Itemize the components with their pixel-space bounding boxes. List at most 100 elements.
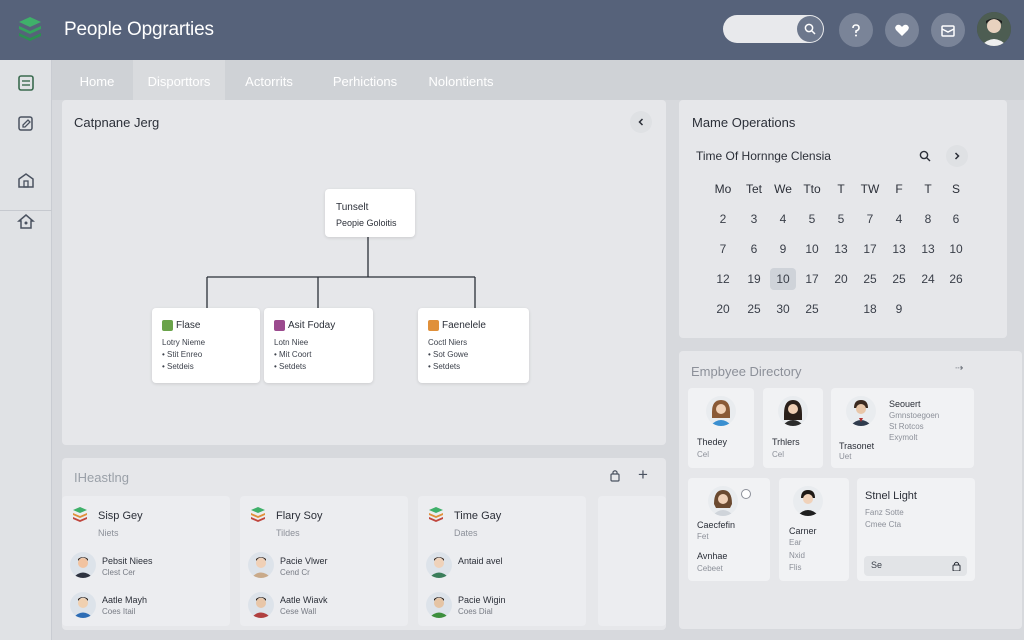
calendar-day[interactable]: 10 <box>799 238 825 260</box>
calendar-day[interactable]: 3 <box>741 208 767 230</box>
avatar <box>846 396 876 426</box>
stack-icon <box>429 507 443 522</box>
spotlight-line: Fanz Sotte <box>865 508 904 517</box>
attendee-name: Antaid avel <box>458 556 503 566</box>
calendar-day[interactable]: 25 <box>886 268 912 290</box>
calendar-day[interactable]: 5 <box>799 208 825 230</box>
calendar-day[interactable]: 20 <box>828 268 854 290</box>
search-icon <box>919 150 931 162</box>
employee-detail: Nxid <box>789 551 806 560</box>
org-child-name: Asit Foday <box>288 320 336 331</box>
calendar-day[interactable]: 30 <box>770 298 796 320</box>
calendar-day[interactable]: 25 <box>799 298 825 320</box>
calendar-day[interactable]: 2 <box>710 208 736 230</box>
spotlight-input[interactable]: Se <box>864 556 967 576</box>
org-child-name: Flase <box>176 320 201 331</box>
calendar-day[interactable]: 17 <box>857 238 883 260</box>
calendar-day[interactable]: 19 <box>741 268 767 290</box>
add-meeting-button[interactable]: + <box>638 466 652 484</box>
meeting-card[interactable]: Time Gay Dates Antaid avel Pacie Wigin Coes … <box>418 496 586 626</box>
calendar-day[interactable]: 4 <box>770 208 796 230</box>
search-button[interactable] <box>797 16 823 42</box>
calendar-day[interactable]: 5 <box>828 208 854 230</box>
tab-directories[interactable]: Disporttors <box>133 60 225 100</box>
calendar-day[interactable]: 25 <box>741 298 767 320</box>
tab-notifications[interactable]: Nolontients <box>416 60 506 100</box>
calendar-day[interactable]: 24 <box>915 268 941 290</box>
calendar-day[interactable]: 6 <box>943 208 969 230</box>
calendar-weekday: T <box>924 182 932 196</box>
calendar-next-button[interactable] <box>946 145 968 167</box>
tab-actions[interactable]: Actorrits <box>232 60 306 100</box>
org-child-node[interactable]: Faenelele Coctl Niers • Sot Gowe • Setde… <box>418 308 529 383</box>
calendar-day[interactable]: 17 <box>799 268 825 290</box>
help-button[interactable] <box>839 13 873 47</box>
calendar-day[interactable]: 20 <box>710 298 736 320</box>
tab-permissions[interactable]: Perhictions <box>320 60 410 100</box>
user-avatar-image <box>977 12 1011 46</box>
calendar-day[interactable]: 12 <box>710 268 736 290</box>
calendar-day[interactable]: 10 <box>943 238 969 260</box>
calendar-weekday: S <box>951 182 960 196</box>
calendar-day[interactable]: 7 <box>710 238 736 260</box>
meeting-title: Sisp Gey <box>98 510 143 522</box>
org-child-line: Lotn Niee <box>274 338 309 347</box>
org-child-line: • Setdets <box>274 362 307 371</box>
calendar-day[interactable]: 25 <box>857 268 883 290</box>
sidebar-item-organization[interactable] <box>16 170 36 190</box>
meeting-card[interactable]: Sisp Gey Niets Pebsit Niees Clest Cer Aatle … <box>62 496 230 626</box>
meeting-title: Time Gay <box>454 510 502 522</box>
employee-name: Carner <box>789 526 817 536</box>
calendar-weekday: Mo <box>714 182 732 196</box>
meeting-card[interactable]: Flary Soy Tildes Pacie Vlwer Cend Cr Aatle W… <box>240 496 408 626</box>
employee-detail: Flis <box>789 563 802 572</box>
org-child-line: Lotry Nieme <box>162 338 206 347</box>
employee-detail: Gmnstoegoen <box>889 411 940 420</box>
tab-home[interactable]: Home <box>61 60 133 100</box>
calendar-weekday: We <box>774 182 792 196</box>
calendar-day[interactable]: 8 <box>915 208 941 230</box>
calendar-day[interactable]: 4 <box>886 208 912 230</box>
user-avatar[interactable] <box>977 12 1011 46</box>
calendar-day[interactable]: 9 <box>770 238 796 260</box>
avatar <box>426 552 452 578</box>
calendar-day[interactable]: 13 <box>915 238 941 260</box>
calendar-day[interactable]: 13 <box>886 238 912 260</box>
lock-icon <box>952 561 961 571</box>
employee-role: Fet <box>697 532 709 541</box>
org-child-line: • Sot Gowe <box>428 350 469 359</box>
attendee-role: Clest Cer <box>102 568 136 577</box>
sidebar-item-home[interactable] <box>16 211 36 231</box>
calendar-search-button[interactable] <box>915 146 935 166</box>
employee-name: Thedey <box>697 437 728 447</box>
calendar-day[interactable]: 13 <box>828 238 854 260</box>
employee-card[interactable]: Carner Ear Nxid Flis <box>779 478 849 581</box>
employee-card[interactable]: Caecfefin Fet Avnhae Cebeet <box>688 478 770 581</box>
sidebar-item-documents[interactable] <box>16 113 36 133</box>
org-child-node[interactable]: Flase Lotry Nieme • Stit Enreo • Setdeis <box>152 308 260 383</box>
favorites-button[interactable] <box>885 13 919 47</box>
avatar <box>706 396 736 426</box>
calendar-day[interactable]: 7 <box>857 208 883 230</box>
employee-card[interactable]: Thedey Cel <box>688 388 754 468</box>
org-child-node[interactable]: Asit Foday Lotn Niee • Mit Coort • Setde… <box>264 308 373 383</box>
directory-more-icon[interactable]: ⇢ <box>955 363 963 374</box>
help-icon <box>852 24 860 37</box>
attendee-name: Pacie Vlwer <box>280 556 328 566</box>
employee-card[interactable]: Trhlers Cel <box>763 388 823 468</box>
calendar-day[interactable]: 18 <box>857 298 883 320</box>
sidebar-item-dashboard[interactable] <box>16 73 36 93</box>
calendar-day[interactable]: 6 <box>741 238 767 260</box>
directory-title: Empbyee Directory <box>691 364 802 379</box>
calendar-day[interactable]: 9 <box>886 298 912 320</box>
avatar <box>426 592 452 618</box>
lock-icon <box>610 470 620 482</box>
chevron-right-icon <box>954 152 960 160</box>
org-root-node[interactable]: Tunselt Peopie Goloitis <box>325 189 415 237</box>
employee-card[interactable]: Trasonet Uet Seouert Gmnstoegoen St Rotc… <box>831 388 974 468</box>
meetings-lock-button[interactable] <box>609 469 623 483</box>
inbox-button[interactable] <box>931 13 965 47</box>
calendar-day[interactable]: 10 <box>770 268 796 290</box>
calendar-day[interactable]: 26 <box>943 268 969 290</box>
employee-role: Ear <box>789 538 802 547</box>
